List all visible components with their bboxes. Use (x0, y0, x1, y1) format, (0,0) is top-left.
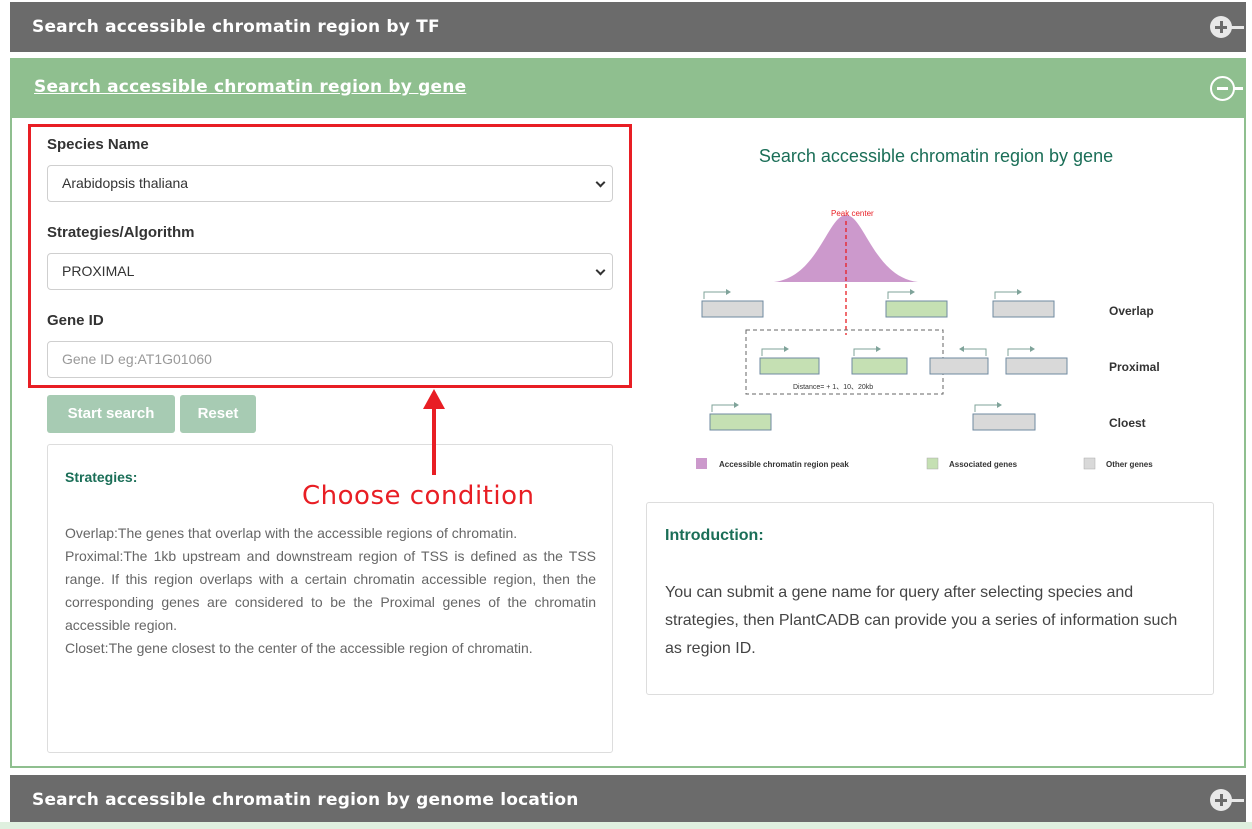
diagram-title: Search accessible chromatin region by ge… (758, 146, 1114, 166)
page: Search accessible chromatin region by TF… (0, 0, 1252, 829)
panel-title-location: Search accessible chromatin region by ge… (32, 790, 579, 810)
legend-label-associated: Associated genes (949, 460, 1018, 469)
collapse-icon[interactable] (1210, 76, 1243, 102)
expand-icon[interactable] (1210, 789, 1244, 811)
expand-icon[interactable] (1210, 16, 1244, 38)
proximal-row: Proximal (759, 346, 1160, 375)
other-gene (701, 300, 764, 318)
annotation-text: Choose condition (302, 481, 535, 511)
overlap-row: Overlap (701, 289, 1154, 318)
strategy-proximal-text: Proximal:The 1kb upstream and downstream… (65, 548, 596, 633)
panel-header-gene[interactable]: Search accessible chromatin region by ge… (12, 60, 1244, 118)
distance-label: Distance= + 1、10、20kb (793, 384, 873, 391)
highlight-box (28, 124, 632, 388)
closest-row: Cloest (709, 402, 1146, 431)
legend-label-peak: Accessible chromatin region peak (719, 460, 849, 469)
legend-swatch-peak (696, 458, 707, 469)
associated-gene (885, 300, 948, 318)
associated-gene (759, 357, 820, 375)
strategies-title: Strategies: (65, 469, 138, 485)
associated-gene (709, 413, 772, 431)
associated-gene (851, 357, 908, 375)
panel-title-gene[interactable]: Search accessible chromatin region by ge… (12, 77, 466, 97)
panel-gene: Search accessible chromatin region by ge… (10, 58, 1246, 768)
annotation-arrow (423, 389, 445, 475)
peak-center-label: Peak center (831, 209, 874, 218)
bottom-strip (0, 822, 1252, 829)
other-gene (972, 413, 1036, 431)
strategy-diagram: Peak center Distance= + 1、10、20kb Overla… (696, 209, 1160, 470)
legend-swatch-other (1083, 457, 1096, 470)
diagram-legend: Accessible chromatin region peak Associa… (696, 457, 1153, 470)
strategy-overlap-text: Overlap:The genes that overlap with the … (65, 525, 518, 541)
strategies-text: Overlap:The genes that overlap with the … (65, 522, 596, 660)
panel-header-tf[interactable]: Search accessible chromatin region by TF (10, 2, 1246, 52)
row-label-proximal: Proximal (1109, 360, 1160, 374)
panel-header-location[interactable]: Search accessible chromatin region by ge… (10, 775, 1246, 825)
other-gene (992, 300, 1055, 318)
start-search-button[interactable]: Start search (47, 395, 175, 433)
legend-label-other: Other genes (1106, 460, 1153, 469)
row-label-overlap: Overlap (1109, 304, 1154, 318)
reset-button[interactable]: Reset (180, 395, 256, 433)
row-label-closest: Cloest (1109, 416, 1146, 430)
legend-swatch-associated (926, 457, 939, 470)
strategy-closest-text: Closet:The gene closest to the center of… (65, 640, 533, 656)
introduction-card: Introduction: You can submit a gene name… (646, 502, 1214, 695)
introduction-title: Introduction: (665, 527, 764, 544)
introduction-text: You can submit a gene name for query aft… (665, 584, 1178, 657)
panel-title-tf: Search accessible chromatin region by TF (32, 17, 440, 37)
other-gene (1005, 357, 1068, 375)
other-gene (929, 357, 989, 375)
